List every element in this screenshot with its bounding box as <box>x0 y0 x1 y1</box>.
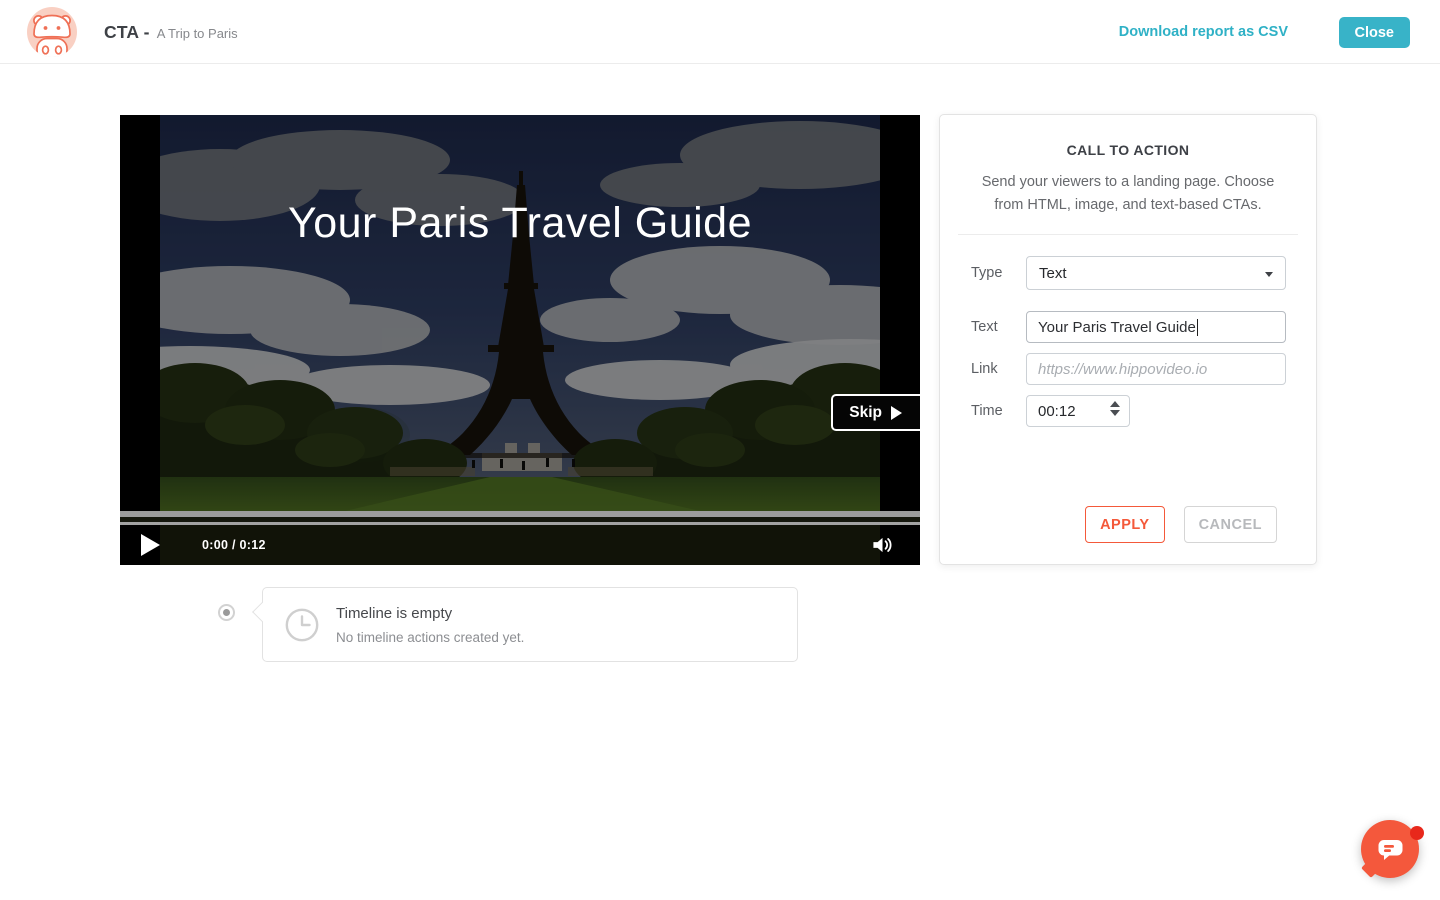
player-controls: 0:00 / 0:12 <box>120 525 920 565</box>
video-overlay-title: Your Paris Travel Guide <box>120 199 920 248</box>
cta-type-selected-value: Text <box>1039 265 1067 282</box>
apply-button[interactable]: APPLY <box>1085 506 1165 543</box>
timeline-empty-subtitle: No timeline actions created yet. <box>336 630 524 645</box>
play-button[interactable] <box>141 533 163 557</box>
skip-button-label: Skip <box>849 404 882 422</box>
cta-panel-title: CALL TO ACTION <box>940 142 1316 158</box>
time-label: Time <box>971 403 1026 419</box>
cta-text-value: Your Paris Travel Guide <box>1038 319 1196 336</box>
volume-button[interactable] <box>871 534 894 556</box>
skip-play-icon <box>891 406 902 420</box>
text-cursor <box>1197 319 1198 336</box>
breadcrumb: CTA - A Trip to Paris <box>104 0 238 64</box>
divider <box>958 234 1298 235</box>
chat-bubble-icon <box>1377 838 1404 861</box>
clock-icon <box>285 608 319 647</box>
stepper-up-icon[interactable] <box>1110 401 1120 407</box>
timeline-empty-card: Timeline is empty No timeline actions cr… <box>262 587 798 662</box>
cta-panel-description: Send your viewers to a landing page. Cho… <box>968 171 1288 217</box>
timeline-dot <box>218 604 235 621</box>
text-label: Text <box>971 319 1026 335</box>
time-stepper <box>1110 401 1120 416</box>
cta-form: Type Text Text Your Paris Travel Guide L… <box>940 256 1316 427</box>
stepper-down-icon[interactable] <box>1110 410 1120 416</box>
page-title: CTA - <box>104 22 150 43</box>
download-csv-link[interactable]: Download report as CSV <box>1119 0 1288 64</box>
cta-panel: CALL TO ACTION Send your viewers to a la… <box>939 114 1317 565</box>
time-display: 0:00 / 0:12 <box>202 538 266 552</box>
cta-time-input[interactable]: 00:12 <box>1026 395 1130 427</box>
chevron-down-icon <box>1265 272 1273 277</box>
app-header: CTA - A Trip to Paris Download report as… <box>0 0 1440 64</box>
volume-icon <box>871 534 894 556</box>
hippo-logo-icon <box>27 7 77 57</box>
cta-editor-page: CTA - A Trip to Paris Download report as… <box>0 0 1440 900</box>
cta-type-select[interactable]: Text <box>1026 256 1286 290</box>
type-label: Type <box>971 265 1026 281</box>
paris-video-still <box>160 115 880 511</box>
video-name: A Trip to Paris <box>157 23 238 41</box>
link-field-row: Link <box>971 353 1286 385</box>
link-label: Link <box>971 361 1026 377</box>
cta-link-input[interactable] <box>1026 353 1286 385</box>
cancel-button[interactable]: CANCEL <box>1184 506 1277 543</box>
skip-button[interactable]: Skip <box>831 394 920 431</box>
timeline-empty-title: Timeline is empty <box>336 605 452 622</box>
time-field-row: Time 00:12 <box>971 395 1286 427</box>
text-field-row: Text Your Paris Travel Guide <box>971 311 1286 343</box>
video-frame[interactable]: Your Paris Travel Guide Skip <box>120 115 920 511</box>
cta-time-value: 00:12 <box>1038 403 1076 420</box>
notification-dot <box>1410 826 1424 840</box>
type-field-row: Type Text <box>971 256 1286 290</box>
cta-actions: APPLY CANCEL <box>1085 506 1277 543</box>
play-icon <box>141 534 160 556</box>
cta-text-input[interactable]: Your Paris Travel Guide <box>1026 311 1286 343</box>
close-button[interactable]: Close <box>1339 17 1411 48</box>
video-player: Your Paris Travel Guide Skip 0:00 / 0:12 <box>120 115 920 565</box>
card-notch <box>252 602 272 622</box>
